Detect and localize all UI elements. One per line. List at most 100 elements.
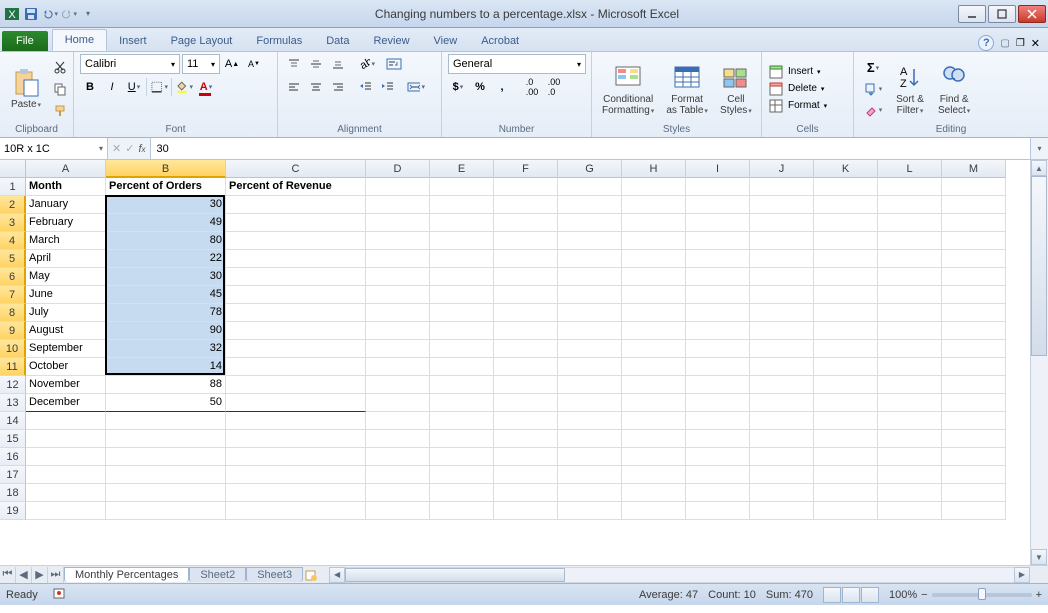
- cell[interactable]: 30: [106, 196, 226, 214]
- cell[interactable]: [26, 484, 106, 502]
- row-header[interactable]: 18: [0, 484, 26, 502]
- vertical-scrollbar[interactable]: ▲ ▼: [1030, 160, 1048, 565]
- cell[interactable]: [430, 430, 494, 448]
- cell[interactable]: [686, 358, 750, 376]
- row-header[interactable]: 7: [0, 286, 26, 304]
- cell[interactable]: [942, 394, 1006, 412]
- cell[interactable]: [366, 466, 430, 484]
- tab-file[interactable]: File: [2, 31, 48, 51]
- cell[interactable]: [430, 484, 494, 502]
- fx-icon[interactable]: fx: [138, 143, 145, 155]
- cell[interactable]: [366, 322, 430, 340]
- cell[interactable]: [814, 214, 878, 232]
- cell[interactable]: [494, 376, 558, 394]
- horizontal-scroll-thumb[interactable]: [345, 568, 565, 582]
- cell[interactable]: [878, 232, 942, 250]
- cell[interactable]: [750, 304, 814, 322]
- page-layout-view-button[interactable]: [842, 587, 860, 603]
- cell[interactable]: [558, 268, 622, 286]
- prev-sheet-icon[interactable]: ◀: [16, 567, 32, 583]
- cell[interactable]: [366, 268, 430, 286]
- cell[interactable]: [942, 430, 1006, 448]
- cell[interactable]: [814, 394, 878, 412]
- cell[interactable]: [942, 304, 1006, 322]
- cell[interactable]: [226, 340, 366, 358]
- cell[interactable]: [226, 232, 366, 250]
- cell[interactable]: [622, 286, 686, 304]
- align-right-icon[interactable]: [328, 77, 348, 97]
- cell[interactable]: [558, 178, 622, 196]
- cell[interactable]: [430, 196, 494, 214]
- tab-page-layout[interactable]: Page Layout: [159, 31, 245, 51]
- cell[interactable]: [814, 322, 878, 340]
- cell[interactable]: [366, 340, 430, 358]
- cell[interactable]: [942, 268, 1006, 286]
- cell[interactable]: [622, 502, 686, 520]
- cell[interactable]: [106, 430, 226, 448]
- cell[interactable]: [750, 232, 814, 250]
- cell[interactable]: [366, 394, 430, 412]
- align-center-icon[interactable]: [306, 77, 326, 97]
- cell[interactable]: [494, 250, 558, 268]
- cell[interactable]: [686, 394, 750, 412]
- cell[interactable]: [106, 502, 226, 520]
- cell[interactable]: [558, 376, 622, 394]
- row-header[interactable]: 8: [0, 304, 26, 322]
- cell[interactable]: [430, 466, 494, 484]
- cell[interactable]: [366, 196, 430, 214]
- tab-formulas[interactable]: Formulas: [244, 31, 314, 51]
- last-sheet-icon[interactable]: ⏭: [48, 567, 64, 583]
- cell[interactable]: [622, 196, 686, 214]
- cell[interactable]: April: [26, 250, 106, 268]
- first-sheet-icon[interactable]: ⏮: [0, 567, 16, 583]
- cell[interactable]: [686, 484, 750, 502]
- cell[interactable]: [622, 340, 686, 358]
- cell[interactable]: [430, 448, 494, 466]
- cell[interactable]: May: [26, 268, 106, 286]
- tab-insert[interactable]: Insert: [107, 31, 159, 51]
- cell[interactable]: October: [26, 358, 106, 376]
- cell[interactable]: [814, 286, 878, 304]
- row-header[interactable]: 12: [0, 376, 26, 394]
- row-header[interactable]: 15: [0, 430, 26, 448]
- cell[interactable]: [226, 466, 366, 484]
- cell[interactable]: [878, 376, 942, 394]
- cell[interactable]: [750, 430, 814, 448]
- cell[interactable]: [366, 286, 430, 304]
- row-headers[interactable]: 12345678910111213141516171819: [0, 178, 26, 565]
- horizontal-scrollbar[interactable]: ◀ ▶: [329, 567, 1030, 583]
- cells-area[interactable]: MonthPercent of OrdersPercent of Revenue…: [26, 178, 1006, 565]
- cell[interactable]: [366, 430, 430, 448]
- cell[interactable]: [686, 430, 750, 448]
- cell[interactable]: [558, 502, 622, 520]
- cell[interactable]: 49: [106, 214, 226, 232]
- cell[interactable]: [26, 448, 106, 466]
- cell[interactable]: [750, 376, 814, 394]
- row-header[interactable]: 19: [0, 502, 26, 520]
- cell[interactable]: [686, 250, 750, 268]
- cell[interactable]: [622, 304, 686, 322]
- increase-decimal-icon[interactable]: .0.00: [522, 77, 542, 97]
- column-header[interactable]: G: [558, 160, 622, 178]
- column-header[interactable]: M: [942, 160, 1006, 178]
- cell[interactable]: [750, 394, 814, 412]
- cell[interactable]: [558, 448, 622, 466]
- align-top-icon[interactable]: [284, 54, 304, 74]
- cell[interactable]: December: [26, 394, 106, 412]
- cell[interactable]: 80: [106, 232, 226, 250]
- fill-icon[interactable]: [860, 79, 886, 99]
- delete-cells-button[interactable]: Delete▾: [768, 81, 827, 97]
- insert-cells-button[interactable]: Insert▾: [768, 64, 827, 80]
- cell[interactable]: [878, 394, 942, 412]
- cell[interactable]: [814, 268, 878, 286]
- cell[interactable]: [750, 484, 814, 502]
- cell[interactable]: [226, 250, 366, 268]
- cell[interactable]: [878, 178, 942, 196]
- scroll-right-button[interactable]: ▶: [1014, 567, 1030, 583]
- row-header[interactable]: 14: [0, 412, 26, 430]
- align-left-icon[interactable]: [284, 77, 304, 97]
- cell[interactable]: [942, 448, 1006, 466]
- cell[interactable]: [686, 466, 750, 484]
- column-header[interactable]: B: [106, 160, 226, 178]
- increase-indent-icon[interactable]: [378, 77, 398, 97]
